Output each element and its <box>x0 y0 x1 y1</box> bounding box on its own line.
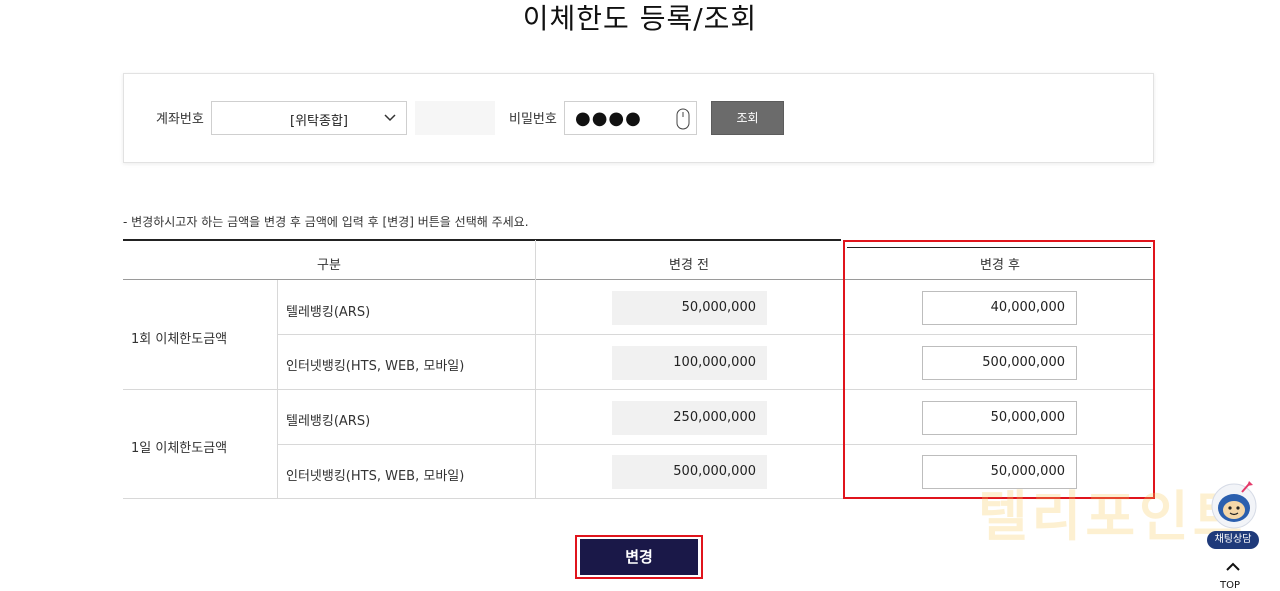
mouse-icon[interactable] <box>676 108 690 130</box>
header-before: 변경 전 <box>668 258 709 273</box>
before-amount: 100,000,000 <box>612 346 767 380</box>
password-dots: ●●●● <box>575 108 642 129</box>
chevron-down-icon <box>384 114 396 122</box>
before-amount: 250,000,000 <box>612 401 767 435</box>
account-select-value: [위탁종합] <box>290 114 348 129</box>
group-label-per-transfer: 1회 이체한도금액 <box>131 332 228 347</box>
account-search-panel: 계좌번호 [위탁종합] 비밀번호 ●●●● 조회 <box>123 73 1154 163</box>
query-button[interactable]: 조회 <box>711 101 784 135</box>
page-title: 이체한도 등록/조회 <box>522 2 758 35</box>
table-top-border <box>123 239 841 241</box>
scroll-top-button[interactable]: TOP <box>1220 580 1240 591</box>
row-label-telebanking: 텔레뱅킹(ARS) <box>286 305 371 320</box>
chat-consult-button[interactable]: 채팅상담 <box>1207 531 1259 549</box>
row-label-telebanking: 텔레뱅킹(ARS) <box>286 414 371 429</box>
account-select[interactable]: [위탁종합] <box>211 101 407 135</box>
row-label-internet-banking: 인터넷뱅킹(HTS, WEB, 모바일) <box>286 359 465 374</box>
account-number-label: 계좌번호 <box>156 112 204 127</box>
group-label-daily: 1일 이체한도금액 <box>131 441 228 456</box>
before-amount: 50,000,000 <box>612 291 767 325</box>
account-sub-number-field[interactable] <box>415 101 495 135</box>
header-category: 구분 <box>317 258 341 273</box>
column-divider <box>535 240 536 499</box>
change-button[interactable]: 변경 <box>580 539 698 575</box>
password-label: 비밀번호 <box>509 112 557 127</box>
instruction-text: - 변경하시고자 하는 금액을 변경 후 금액에 입력 후 [변경] 버튼을 선… <box>123 215 529 229</box>
before-amount: 500,000,000 <box>612 455 767 489</box>
highlight-after-column <box>843 240 1155 499</box>
row-label-internet-banking: 인터넷뱅킹(HTS, WEB, 모바일) <box>286 469 465 484</box>
password-input[interactable]: ●●●● <box>564 101 697 135</box>
